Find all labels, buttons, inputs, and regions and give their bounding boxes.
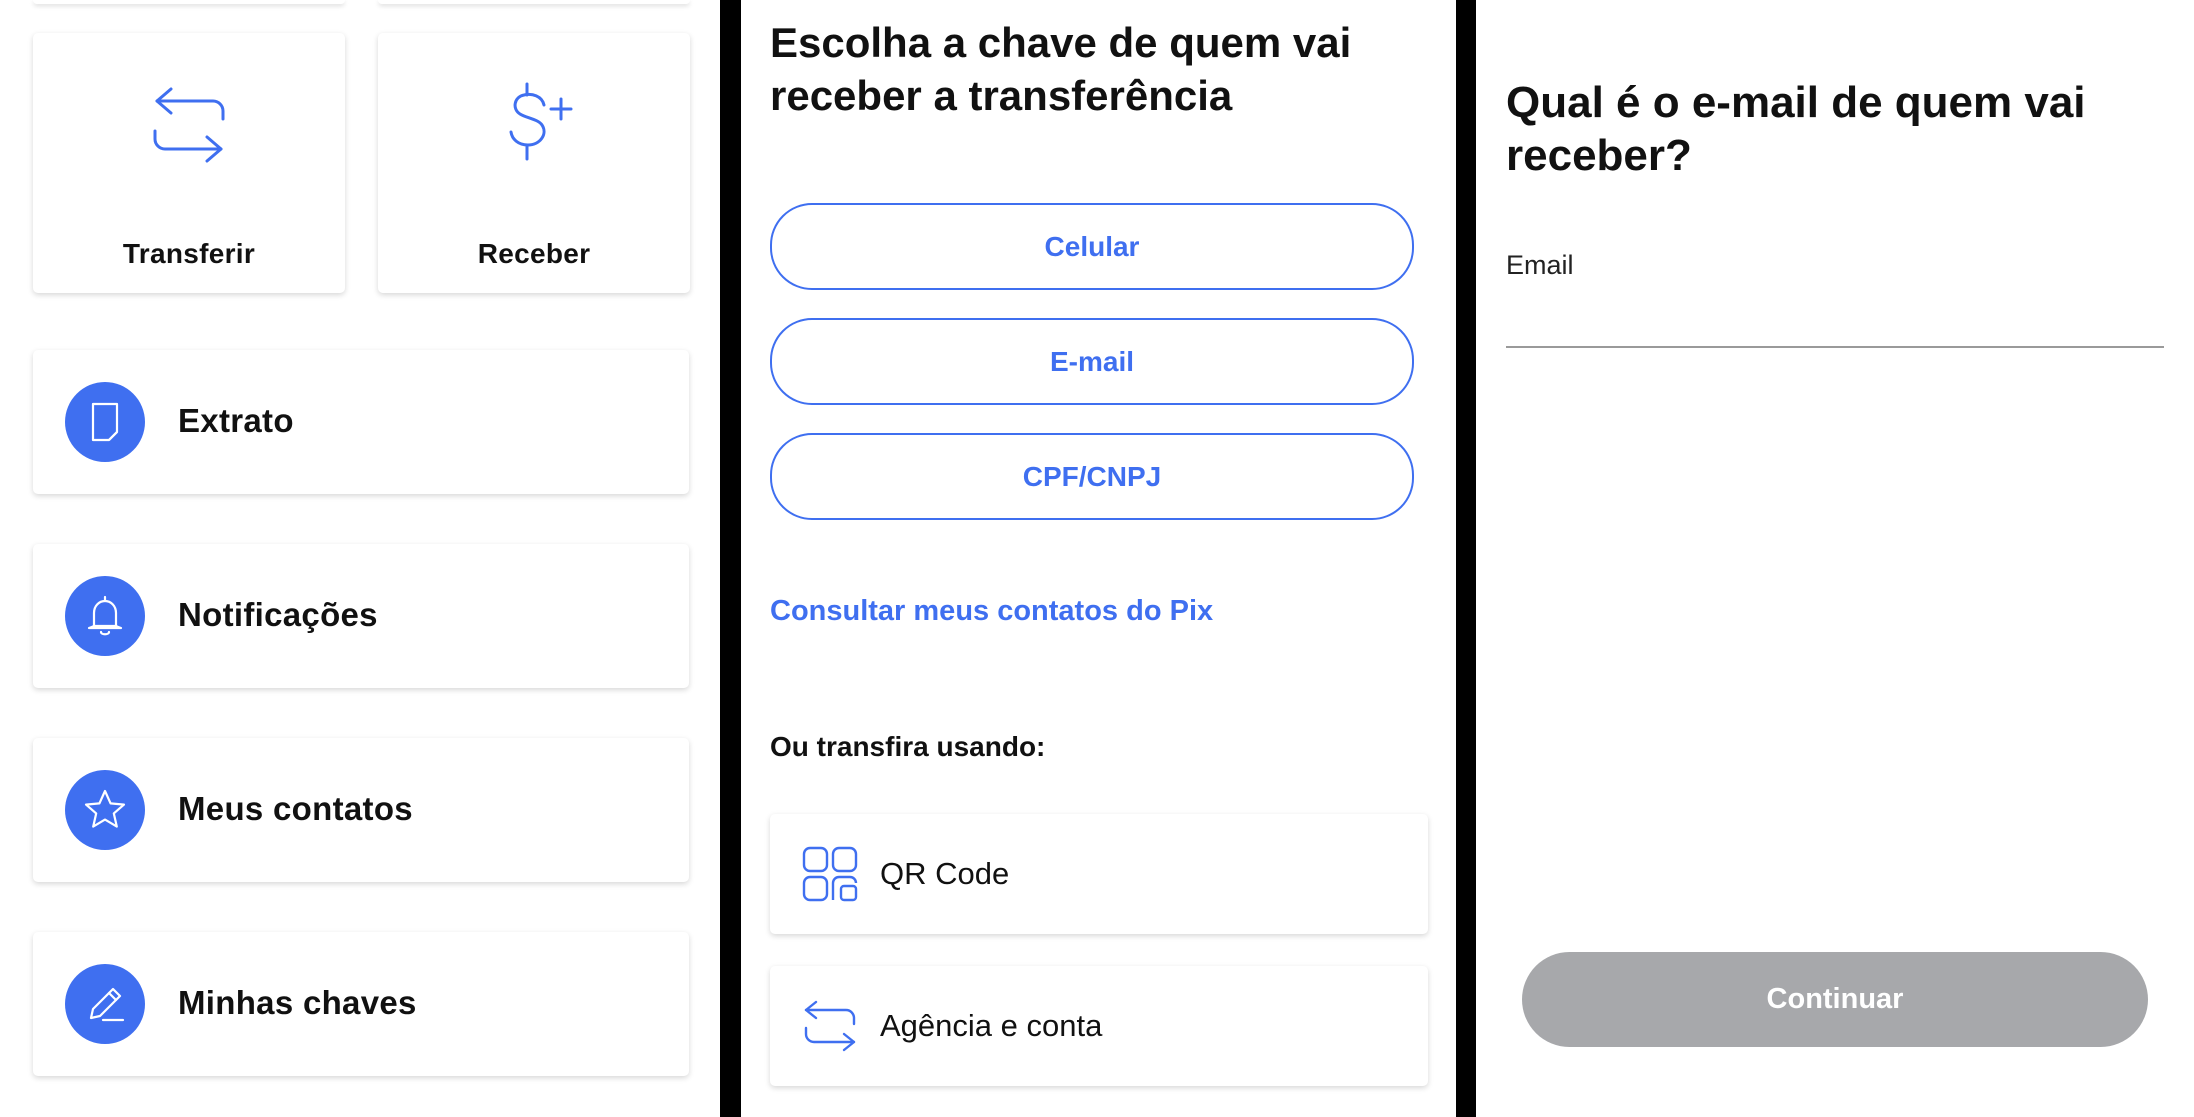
contacts-icon-badge <box>65 770 145 850</box>
email-key-button[interactable]: E-mail <box>770 318 1414 405</box>
pix-contacts-link[interactable]: Consultar meus contatos do Pix <box>770 595 1213 628</box>
email-step-title: Qual é o e-mail de quem vai receber? <box>1506 78 2086 180</box>
contacts-label: Meus contatos <box>178 790 413 827</box>
card-edge-top-right <box>378 0 690 4</box>
transfer-tile[interactable]: Transferir <box>33 33 345 293</box>
continue-button[interactable]: Continuar <box>1522 952 2148 1047</box>
card-edge-top-left <box>33 0 345 4</box>
statement-icon-badge <box>65 382 145 462</box>
pix-menu-panel: Transferir Receber Extrato Notificações … <box>0 0 720 1117</box>
keys-icon-badge <box>65 964 145 1044</box>
cpf-cnpj-key-button[interactable]: CPF/CNPJ <box>770 433 1414 520</box>
qr-code-option-label: QR Code <box>880 856 1010 891</box>
key-selection-title: Escolha a chave de quem vai receber a tr… <box>770 19 1352 119</box>
panel-divider <box>720 0 741 1117</box>
panel-divider <box>1456 0 1476 1117</box>
keys-label: Minhas chaves <box>178 984 417 1021</box>
receive-tile[interactable]: Receber <box>378 33 690 293</box>
menu-item-notifications[interactable]: Notificações <box>33 544 689 688</box>
pencil-icon <box>89 987 125 1022</box>
star-icon <box>84 789 126 828</box>
bell-icon <box>87 595 123 636</box>
transfer-arrows-icon <box>804 1000 856 1052</box>
menu-item-keys[interactable]: Minhas chaves <box>33 932 689 1076</box>
notifications-label: Notificações <box>178 596 378 633</box>
dollar-plus-icon <box>509 82 573 161</box>
phone-key-button[interactable]: Celular <box>770 203 1414 290</box>
menu-item-contacts[interactable]: Meus contatos <box>33 738 689 882</box>
branch-account-option-label: Agência e conta <box>880 1008 1103 1043</box>
transfer-tile-label: Transferir <box>122 238 256 269</box>
notifications-icon-badge <box>65 576 145 656</box>
transfer-arrows-icon <box>153 87 225 163</box>
email-field[interactable] <box>1506 292 2164 348</box>
branch-account-option[interactable]: Agência e conta <box>770 966 1428 1086</box>
email-field-label: Email <box>1506 250 1574 280</box>
key-selection-panel: Escolha a chave de quem vai receber a tr… <box>741 0 1456 1117</box>
statement-document-icon <box>91 402 119 442</box>
qr-code-icon <box>802 846 858 902</box>
receive-tile-label: Receber <box>477 238 591 269</box>
alternative-methods-label: Ou transfira usando: <box>770 731 1046 762</box>
statement-label: Extrato <box>178 402 294 439</box>
email-entry-panel: Qual é o e-mail de quem vai receber? Ema… <box>1476 0 2194 1117</box>
menu-item-statement[interactable]: Extrato <box>33 350 689 494</box>
qr-code-option[interactable]: QR Code <box>770 814 1428 934</box>
